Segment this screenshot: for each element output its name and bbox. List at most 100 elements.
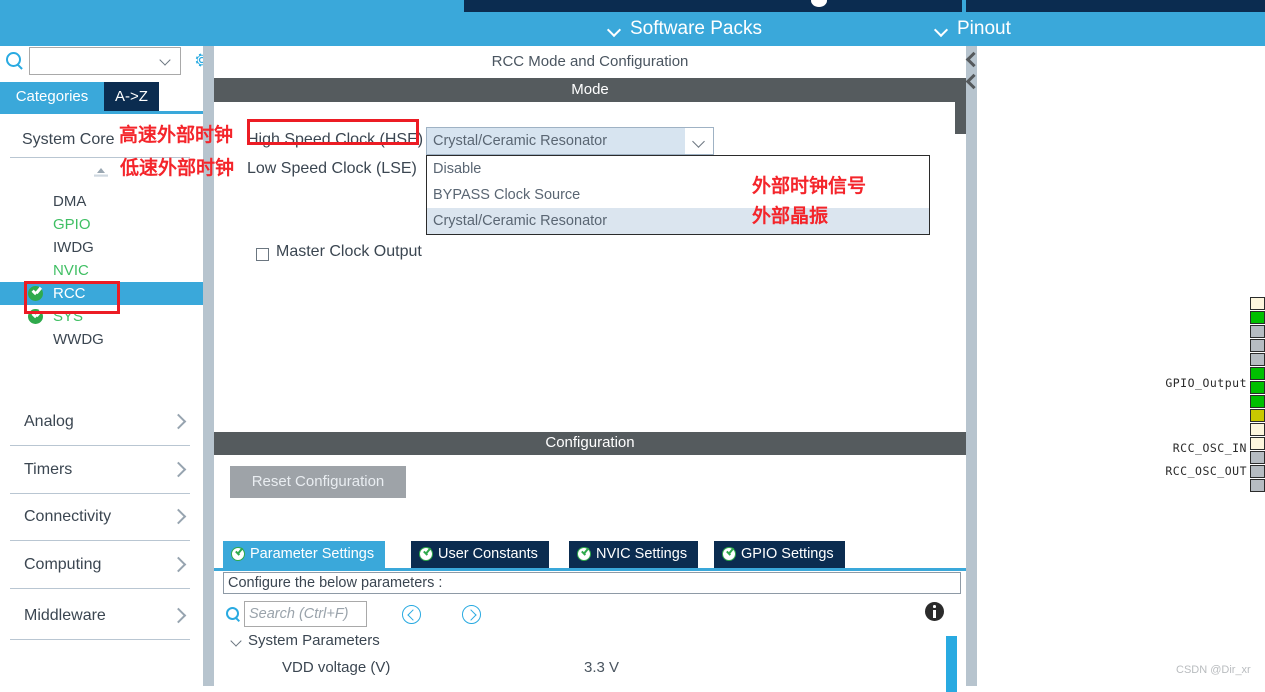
toolbar-tab-strip-right bbox=[966, 0, 1265, 12]
sidebar-item-sys[interactable]: SYS bbox=[0, 305, 200, 328]
sidebar-item-sys-label: SYS bbox=[53, 308, 84, 325]
sidebar-category-analog-label: Analog bbox=[24, 413, 74, 430]
toolbar-tab-strip-left bbox=[464, 0, 962, 12]
sidebar-category-timers-label: Timers bbox=[24, 461, 73, 478]
sidebar-tab-az[interactable]: A->Z bbox=[104, 82, 159, 111]
sidebar-item-dma[interactable]: DMA bbox=[0, 190, 200, 213]
pin-label-rcc-osc-out: RCC_OSC_OUT bbox=[1165, 464, 1247, 478]
pin-label-rcc-osc-in: RCC_OSC_IN bbox=[1172, 441, 1247, 455]
mode-body: High Speed Clock (HSE) Low Speed Clock (… bbox=[214, 102, 966, 432]
chevron-down-icon bbox=[161, 56, 172, 63]
sidebar-item-wwdg-label: WWDG bbox=[53, 331, 104, 348]
annotation-crystal-cn: 外部晶振 bbox=[752, 205, 829, 227]
collapse-left-icon[interactable] bbox=[967, 52, 976, 67]
mco-label: Master Clock Output bbox=[276, 243, 422, 260]
chip-pin[interactable] bbox=[1250, 409, 1265, 422]
chevron-right-icon bbox=[172, 609, 184, 621]
dropdown-option-crystal-label: Crystal/Ceramic Resonator bbox=[433, 213, 608, 229]
sidebar-category-timers[interactable]: Timers bbox=[10, 450, 190, 494]
chevron-down-icon[interactable] bbox=[232, 637, 243, 645]
configuration-body: Reset Configuration Parameter Settings U… bbox=[214, 455, 966, 692]
hse-label: High Speed Clock (HSE) bbox=[247, 131, 424, 148]
check-circle-icon bbox=[419, 547, 433, 561]
chip-pin[interactable] bbox=[1250, 423, 1265, 436]
sidebar-category-analog[interactable]: Analog bbox=[10, 402, 190, 446]
sidebar-category-connectivity-label: Connectivity bbox=[24, 508, 112, 525]
annotation-hse-cn: 高速外部时钟 bbox=[119, 124, 234, 146]
sidebar-item-nvic-label: NVIC bbox=[53, 262, 89, 279]
toolbar-software-packs[interactable]: Software Packs bbox=[608, 12, 762, 46]
chip-pin[interactable] bbox=[1250, 437, 1265, 450]
center-panel: RCC Mode and Configuration Mode High Spe… bbox=[214, 46, 966, 692]
scroll-up-icon[interactable] bbox=[92, 166, 110, 180]
collapse-left-icon-2[interactable] bbox=[967, 74, 976, 89]
sidebar-group-system-core[interactable]: System Core bbox=[22, 131, 114, 149]
arrow-left-circle-icon[interactable] bbox=[402, 605, 421, 624]
chip-pin[interactable] bbox=[1250, 339, 1265, 352]
sidebar-item-gpio[interactable]: GPIO bbox=[0, 213, 200, 236]
sidebar-item-dma-label: DMA bbox=[53, 193, 87, 210]
sidebar-category-computing[interactable]: Computing bbox=[10, 545, 190, 589]
chevron-right-icon bbox=[172, 415, 184, 427]
sidebar-item-iwdg[interactable]: IWDG bbox=[0, 236, 200, 259]
top-toolbar: Software Packs Pinout bbox=[0, 0, 1265, 46]
hse-mode-combobox[interactable]: Crystal/Ceramic Resonator bbox=[426, 127, 714, 155]
reset-configuration-button[interactable]: Reset Configuration bbox=[230, 466, 406, 498]
page-title: RCC Mode and Configuration bbox=[214, 46, 966, 78]
sidebar-tab-categories[interactable]: Categories bbox=[0, 82, 104, 111]
sidebar-category-connectivity[interactable]: Connectivity bbox=[10, 497, 190, 541]
chevron-right-icon bbox=[172, 558, 184, 570]
chip-pin[interactable] bbox=[1250, 353, 1265, 366]
center-right-splitter[interactable] bbox=[966, 46, 977, 686]
chevron-down-icon bbox=[935, 23, 948, 36]
param-group-system-parameters[interactable]: System Parameters bbox=[248, 632, 380, 649]
dropdown-option-crystal[interactable]: Crystal/Ceramic Resonator bbox=[427, 208, 929, 234]
sidebar-item-nvic[interactable]: NVIC bbox=[0, 259, 200, 282]
sidebar-tabs-underline bbox=[0, 111, 209, 114]
param-search-row: Search (Ctrl+F) bbox=[214, 598, 966, 632]
chevron-down-icon bbox=[608, 23, 621, 36]
chip-pin[interactable] bbox=[1250, 381, 1265, 394]
sidebar-tab-az-label: A->Z bbox=[115, 88, 148, 105]
chip-pin[interactable] bbox=[1250, 367, 1265, 380]
chip-pin[interactable] bbox=[1250, 395, 1265, 408]
chip-pin[interactable] bbox=[1250, 311, 1265, 324]
sidebar-category-middleware[interactable]: Middleware bbox=[10, 596, 190, 640]
parameter-scrollbar-thumb[interactable] bbox=[946, 636, 957, 692]
chip-pin[interactable] bbox=[1250, 479, 1265, 492]
toolbar-pinout-label: Pinout bbox=[957, 18, 1011, 39]
configure-hint-text: Configure the below parameters : bbox=[228, 575, 443, 591]
tab-parameter-settings[interactable]: Parameter Settings bbox=[223, 541, 386, 568]
sidebar-item-iwdg-label: IWDG bbox=[53, 239, 94, 256]
sidebar-item-gpio-label: GPIO bbox=[53, 216, 91, 233]
sidebar-item-rcc-label: RCC bbox=[53, 285, 86, 302]
tab-nvic-settings-label: NVIC Settings bbox=[596, 546, 688, 562]
mode-section-header: Mode bbox=[214, 78, 966, 102]
tab-gpio-settings[interactable]: GPIO Settings bbox=[714, 541, 845, 568]
chevron-down-icon[interactable] bbox=[685, 128, 713, 154]
check-circle-icon bbox=[231, 547, 245, 561]
param-search-input[interactable]: Search (Ctrl+F) bbox=[244, 601, 367, 627]
master-clock-output-checkbox[interactable] bbox=[256, 248, 269, 261]
sidebar-item-wwdg[interactable]: WWDG bbox=[0, 328, 200, 351]
param-key-vdd-voltage: VDD voltage (V) bbox=[282, 659, 391, 676]
pin-label-gpio-output: GPIO_Output bbox=[1165, 376, 1247, 390]
tab-nvic-settings[interactable]: NVIC Settings bbox=[569, 541, 699, 568]
chip-pinout-view[interactable]: GPIO_Output RCC_OSC_IN RCC_OSC_OUT bbox=[977, 46, 1265, 686]
tab-user-constants[interactable]: User Constants bbox=[411, 541, 549, 568]
chip-pin[interactable] bbox=[1250, 451, 1265, 464]
info-icon[interactable] bbox=[925, 602, 944, 621]
param-value-vdd-voltage[interactable]: 3.3 V bbox=[584, 659, 619, 676]
chip-pin[interactable] bbox=[1250, 465, 1265, 478]
check-circle-icon bbox=[722, 547, 736, 561]
annotation-lse-cn: 低速外部时钟 bbox=[120, 157, 235, 179]
sidebar-item-rcc[interactable]: RCC bbox=[0, 282, 231, 305]
search-icon bbox=[6, 52, 25, 71]
dropdown-option-bypass-label: BYPASS Clock Source bbox=[433, 187, 581, 203]
toolbar-pinout[interactable]: Pinout bbox=[935, 12, 1011, 46]
sidebar-category-computing-label: Computing bbox=[24, 556, 102, 573]
chip-pin[interactable] bbox=[1250, 297, 1265, 310]
sidebar-search-combo[interactable] bbox=[29, 47, 181, 75]
chip-pin[interactable] bbox=[1250, 325, 1265, 338]
arrow-right-circle-icon[interactable] bbox=[462, 605, 481, 624]
